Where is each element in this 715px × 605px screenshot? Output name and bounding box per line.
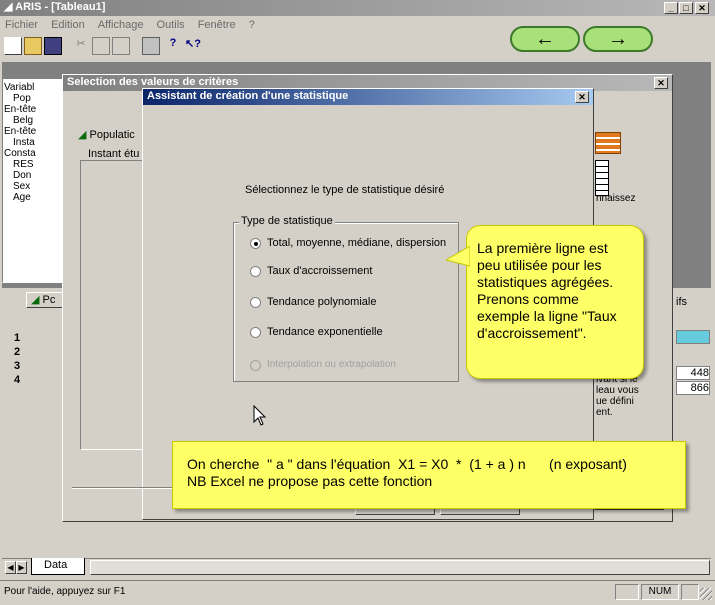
criteria-icon xyxy=(595,132,621,154)
horizontal-scrollbar[interactable] xyxy=(90,560,710,575)
radio-exponentielle[interactable] xyxy=(250,327,261,338)
right-cell: 866 xyxy=(676,381,710,395)
cut-icon[interactable]: ✂ xyxy=(72,37,90,55)
status-help-text: Pour l'aide, appuyez sur F1 xyxy=(4,586,126,597)
forward-button[interactable]: → xyxy=(583,26,653,52)
app-icon: ◢ xyxy=(4,1,13,13)
paste-icon[interactable] xyxy=(112,37,130,55)
instant-box xyxy=(80,160,150,450)
maximize-button[interactable]: □ xyxy=(679,2,693,14)
radio-interpolation xyxy=(250,360,261,371)
tree-item[interactable]: En-tête xyxy=(4,126,65,137)
status-num-indicator: NUM xyxy=(641,584,679,600)
tree-item[interactable]: Don xyxy=(4,170,65,181)
criteria-dialog-title: Selection des valeurs de critères xyxy=(67,76,239,88)
tree-item[interactable]: Belg xyxy=(4,115,65,126)
criteria-dialog-close-button[interactable]: ✕ xyxy=(654,77,668,89)
tree-item[interactable]: Sex xyxy=(4,181,65,192)
tree-item[interactable]: Age xyxy=(4,192,65,203)
right-cell-highlight xyxy=(676,330,710,344)
toolbar: ✂ ? ↖? xyxy=(2,36,272,58)
sheet-tab-label: Data xyxy=(44,559,68,571)
arrow-right-icon: → xyxy=(608,28,628,50)
status-num-label: NUM xyxy=(648,586,672,597)
resize-grip-icon[interactable] xyxy=(700,588,712,600)
right-cell: 448 xyxy=(676,366,710,380)
help-icon[interactable]: ? xyxy=(164,37,182,55)
menu-edition[interactable]: Edition xyxy=(46,17,90,33)
population-label: Populatic xyxy=(89,129,135,141)
chart-icon: ◢ xyxy=(31,294,40,306)
tree-item[interactable]: RES xyxy=(4,159,65,170)
save-icon[interactable] xyxy=(44,37,62,55)
radio-taux[interactable] xyxy=(250,266,261,277)
grid-tab[interactable]: ◢ Pc xyxy=(26,292,66,308)
arrow-left-icon: ← xyxy=(535,28,555,50)
radio-total[interactable] xyxy=(250,238,261,249)
instant-label: Instant étu xyxy=(88,148,140,160)
radio-polynomiale[interactable] xyxy=(250,297,261,308)
status-panel-empty xyxy=(615,584,639,600)
tab-next-button[interactable]: ▶ xyxy=(16,561,27,574)
option-total-label: Total, moyenne, médiane, dispersion xyxy=(267,237,447,249)
menu-fenetre[interactable]: Fenêtre xyxy=(193,17,241,33)
tree-item[interactable]: Insta xyxy=(4,137,65,148)
row-number: 2 xyxy=(14,346,21,358)
copy-icon[interactable] xyxy=(92,37,110,55)
app-title: ARIS - [Tableau1] xyxy=(15,1,106,13)
sheet-tab-data[interactable]: Data xyxy=(31,558,85,575)
option-polynomiale-label: Tendance polynomiale xyxy=(267,296,377,308)
menu-help[interactable]: ? xyxy=(244,17,260,33)
context-help-icon[interactable]: ↖? xyxy=(184,37,202,55)
new-file-icon[interactable] xyxy=(4,37,22,55)
tutorial-callout-1: La première ligne est peu utilisée pour … xyxy=(466,225,644,379)
callout-1-text: La première ligne est peu utilisée pour … xyxy=(477,240,617,341)
population-row: ◢ Populatic xyxy=(78,128,135,141)
left-panel: Variabl Pop En-tête Belg En-tête Insta C… xyxy=(2,78,66,283)
menu-fichier[interactable]: Fichier xyxy=(0,17,43,33)
callout-1-pointer xyxy=(446,246,470,267)
wizard-titlebar: Assistant de création d'une statistique xyxy=(143,89,593,105)
option-exponentielle-label: Tendance exponentielle xyxy=(267,326,383,338)
tree-item[interactable]: Consta xyxy=(4,148,65,159)
print-icon[interactable] xyxy=(142,37,160,55)
row-number: 1 xyxy=(14,332,21,344)
option-taux-label: Taux d'accroissement xyxy=(267,265,373,277)
grid-tab-label: Pc xyxy=(42,294,56,306)
stat-type-group-label: Type de statistique xyxy=(239,215,335,227)
app-titlebar: ◢ ARIS - [Tableau1] xyxy=(0,0,715,16)
menu-outils[interactable]: Outils xyxy=(152,17,190,33)
minimize-button[interactable]: _ xyxy=(664,2,678,14)
tree-item[interactable]: En-tête xyxy=(4,104,65,115)
grid-rows: 1 2 3 4 xyxy=(14,332,64,388)
status-panel-empty-2 xyxy=(681,584,699,600)
close-button[interactable]: ✕ xyxy=(695,2,709,14)
menu-bar: Fichier Edition Affichage Outils Fenêtre… xyxy=(0,17,520,33)
mouse-cursor-icon xyxy=(253,405,267,426)
callout-2-line2: NB Excel ne propose pas cette fonction xyxy=(187,473,433,489)
row-number: 3 xyxy=(14,360,21,372)
wizard-prompt: Sélectionnez le type de statistique dési… xyxy=(245,184,445,196)
callout-2-line1: On cherche " a " dans l'équation X1 = X0… xyxy=(187,456,627,472)
row-number: 4 xyxy=(14,374,21,386)
option-interpolation-label: Interpolation ou extrapolation xyxy=(267,359,396,370)
wizard-title: Assistant de création d'une statistique xyxy=(147,90,349,102)
open-folder-icon[interactable] xyxy=(24,37,42,55)
right-header: ifs xyxy=(676,296,687,308)
tree-item[interactable]: Variabl xyxy=(4,82,65,93)
back-button[interactable]: ← xyxy=(510,26,580,52)
tree-item[interactable]: Pop xyxy=(4,93,65,104)
menu-affichage[interactable]: Affichage xyxy=(93,17,149,33)
chart-icon: ◢ xyxy=(78,129,87,141)
tutorial-callout-2: On cherche " a " dans l'équation X1 = X0… xyxy=(172,441,686,509)
criteria-side-text-2: ivant si le leau vous ue défini ent. xyxy=(596,374,639,418)
criteria-icon-list xyxy=(595,160,609,196)
tab-prev-button[interactable]: ◀ xyxy=(5,561,16,574)
wizard-close-button[interactable]: ✕ xyxy=(575,91,589,103)
